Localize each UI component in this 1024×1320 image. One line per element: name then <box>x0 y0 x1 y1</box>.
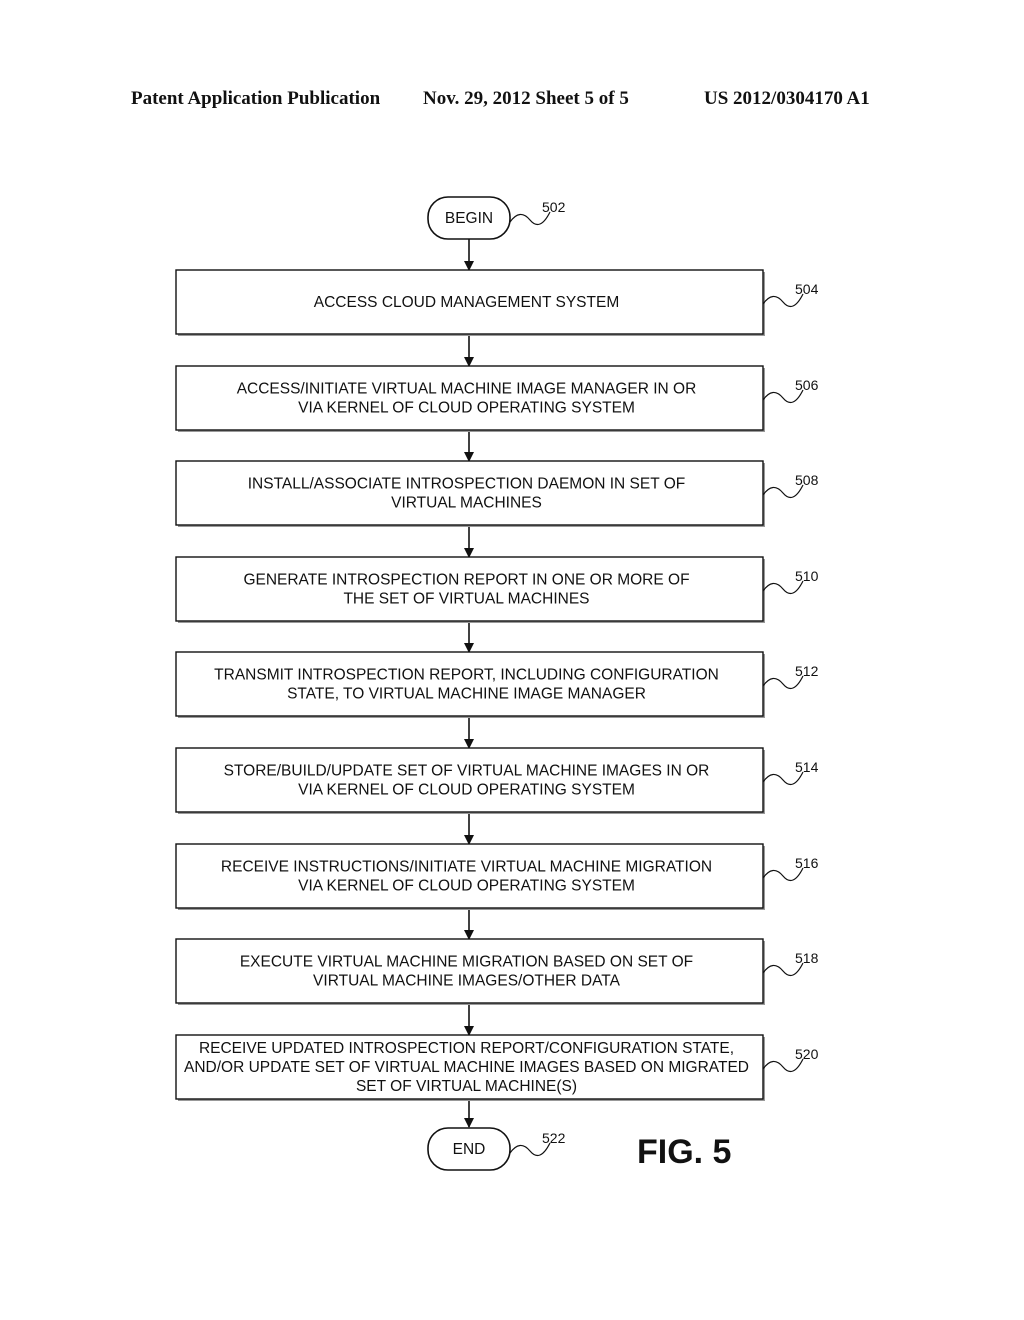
step-text-line: GENERATE INTROSPECTION REPORT IN ONE OR … <box>243 572 689 589</box>
end-terminal-ref-number: 522 <box>542 1130 566 1146</box>
step-box <box>175 460 764 526</box>
begin-terminal-label: BEGIN <box>445 210 493 227</box>
step-box <box>175 651 764 717</box>
step-text-line: RECEIVE UPDATED INTROSPECTION REPORT/CON… <box>199 1040 734 1057</box>
process-step-508: INSTALL/ASSOCIATE INTROSPECTION DAEMON I… <box>175 460 765 527</box>
process-step-512: TRANSMIT INTROSPECTION REPORT, INCLUDING… <box>175 651 765 718</box>
step-text-line: VIA KERNEL OF CLOUD OPERATING SYSTEM <box>298 878 635 895</box>
step-text-line: VIRTUAL MACHINES <box>391 495 542 512</box>
step-text-line: VIRTUAL MACHINE IMAGES/OTHER DATA <box>313 973 621 990</box>
end-terminal-label: END <box>453 1141 486 1158</box>
step-text-line: INSTALL/ASSOCIATE INTROSPECTION DAEMON I… <box>248 476 686 493</box>
step-508-ref-number: 508 <box>795 472 819 488</box>
step-text-line: SET OF VIRTUAL MACHINE(S) <box>356 1078 577 1095</box>
process-step-506: ACCESS/INITIATE VIRTUAL MACHINE IMAGE MA… <box>175 365 765 432</box>
step-text-line: EXECUTE VIRTUAL MACHINE MIGRATION BASED … <box>240 954 693 971</box>
step-520-ref-number: 520 <box>795 1046 819 1062</box>
process-step-514: STORE/BUILD/UPDATE SET OF VIRTUAL MACHIN… <box>175 747 765 814</box>
step-box <box>175 938 764 1004</box>
step-512-ref-number: 512 <box>795 663 819 679</box>
process-step-520: RECEIVE UPDATED INTROSPECTION REPORT/CON… <box>175 1034 765 1101</box>
step-text-line: RECEIVE INSTRUCTIONS/INITIATE VIRTUAL MA… <box>221 859 712 876</box>
step-518-ref-number: 518 <box>795 950 819 966</box>
step-text-line: AND/OR UPDATE SET OF VIRTUAL MACHINE IMA… <box>184 1059 749 1076</box>
step-510-ref-number: 510 <box>795 568 819 584</box>
step-text-line: STORE/BUILD/UPDATE SET OF VIRTUAL MACHIN… <box>224 763 710 780</box>
flowchart-diagram: BEGIN 502 ACCESS CLOUD MANAGEMENT SYSTEM 50… <box>175 196 819 1171</box>
step-text-line: TRANSMIT INTROSPECTION REPORT, INCLUDING… <box>214 667 719 684</box>
step-box <box>175 747 764 813</box>
process-step-518: EXECUTE VIRTUAL MACHINE MIGRATION BASED … <box>175 938 765 1005</box>
step-504-ref-number: 504 <box>795 281 819 297</box>
figure-label: FIG. 5 <box>637 1133 731 1171</box>
begin-terminal-ref-number: 502 <box>542 199 566 215</box>
step-text-line: THE SET OF VIRTUAL MACHINES <box>343 591 589 608</box>
step-box <box>175 843 764 909</box>
process-step-516: RECEIVE INSTRUCTIONS/INITIATE VIRTUAL MA… <box>175 843 765 910</box>
step-514-ref-number: 514 <box>795 759 819 775</box>
step-516-ref-number: 516 <box>795 855 819 871</box>
process-step-504: ACCESS CLOUD MANAGEMENT SYSTEM <box>175 269 765 336</box>
step-box <box>175 556 764 622</box>
step-text-line: STATE, TO VIRTUAL MACHINE IMAGE MANAGER <box>287 686 646 703</box>
step-506-ref-number: 506 <box>795 377 819 393</box>
step-box <box>175 365 764 431</box>
begin-terminal: BEGIN <box>427 196 511 240</box>
step-text-line: VIA KERNEL OF CLOUD OPERATING SYSTEM <box>298 782 635 799</box>
process-step-510: GENERATE INTROSPECTION REPORT IN ONE OR … <box>175 556 765 623</box>
step-text-line: ACCESS CLOUD MANAGEMENT SYSTEM <box>314 294 619 311</box>
end-terminal: END <box>427 1127 511 1171</box>
step-text-line: ACCESS/INITIATE VIRTUAL MACHINE IMAGE MA… <box>237 381 697 398</box>
step-text-line: VIA KERNEL OF CLOUD OPERATING SYSTEM <box>298 400 635 417</box>
